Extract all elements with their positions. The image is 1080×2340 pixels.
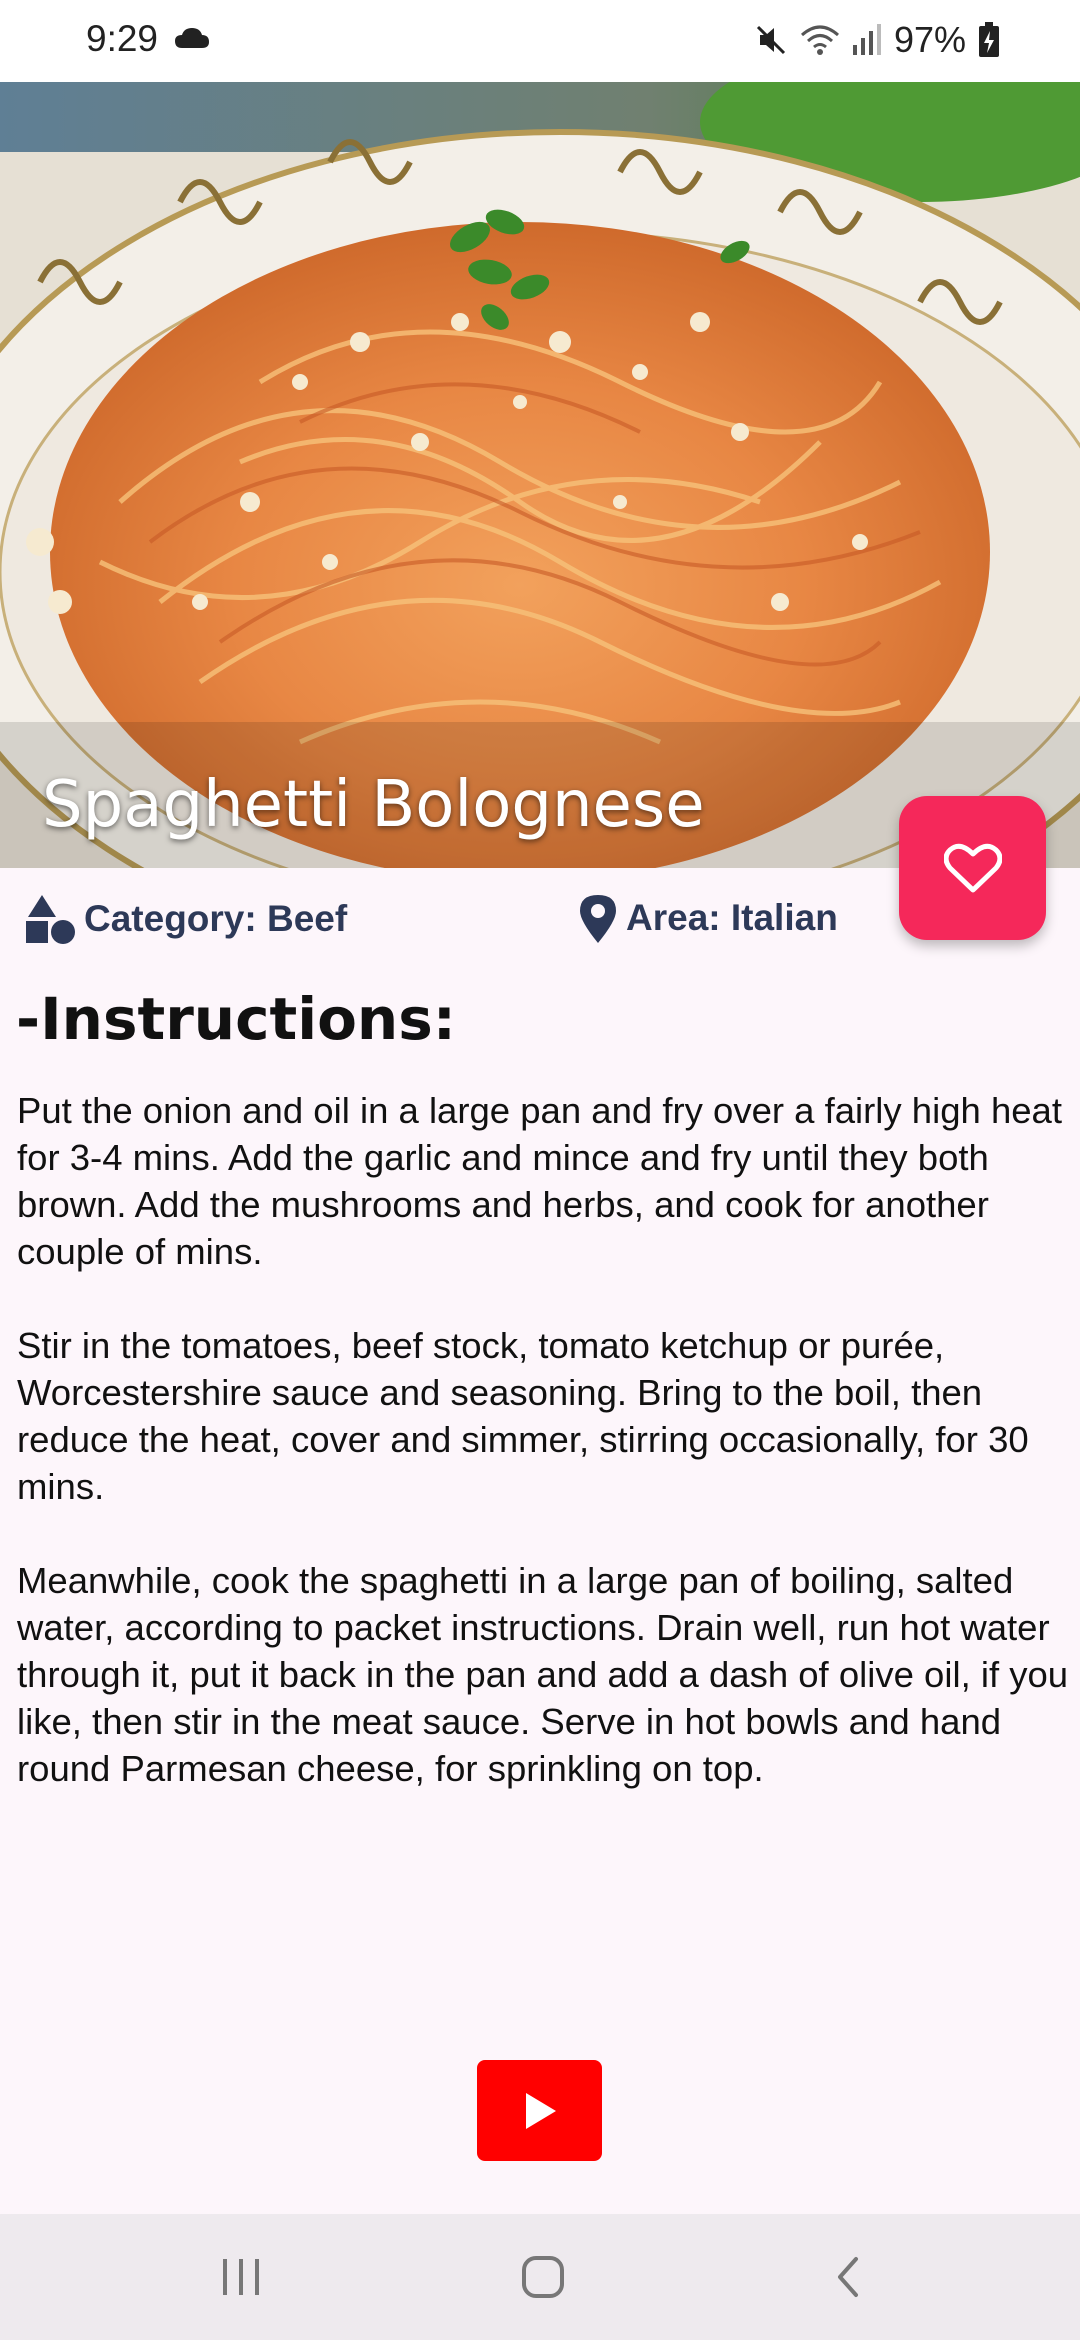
battery-icon — [979, 22, 999, 57]
mute-icon — [756, 25, 785, 55]
status-bar: 9:29 97% — [0, 0, 1080, 82]
recipe-meta-row: Category: Beef Area: Italian — [0, 885, 1080, 949]
area-info: Area: Italian — [576, 891, 838, 945]
cloud-icon — [175, 28, 209, 48]
play-icon — [525, 2092, 556, 2129]
location-pin-icon — [580, 895, 616, 943]
category-info: Category: Beef — [22, 891, 347, 947]
instructions-paragraph: Stir in the tomatoes, beef stock, tomato… — [17, 1325, 1029, 1507]
back-chevron-icon — [838, 2257, 858, 2297]
instructions-paragraph: Put the onion and oil in a large pan and… — [17, 1090, 1062, 1272]
back-button[interactable] — [817, 2247, 877, 2307]
recent-apps-button[interactable] — [211, 2247, 271, 2307]
area-label: Area: Italian — [626, 897, 838, 938]
recipe-title: Spaghetti Bolognese — [42, 768, 705, 842]
shapes-icon — [26, 895, 75, 944]
home-button[interactable] — [513, 2247, 573, 2307]
youtube-button[interactable] — [477, 2060, 602, 2161]
instructions-heading: -Instructions: — [16, 985, 456, 1053]
recipe-detail-screen: 9:29 97% Spaghetti Bolognese Category: B… — [0, 0, 1080, 2340]
spaghetti-photo — [0, 82, 1080, 868]
status-icons: 97% — [754, 18, 1000, 62]
instructions-paragraph: Meanwhile, cook the spaghetti in a large… — [17, 1560, 1069, 1789]
wifi-icon — [800, 25, 839, 55]
recipe-hero-image: Spaghetti Bolognese — [0, 82, 1080, 868]
recent-apps-icon — [223, 2259, 259, 2295]
home-icon — [522, 2256, 564, 2298]
signal-icon — [852, 24, 881, 55]
system-navigation-bar — [0, 2214, 1080, 2340]
status-time: 9:29 — [86, 18, 159, 59]
category-label: Category: Beef — [84, 898, 348, 939]
battery-percent: 97% — [893, 19, 966, 60]
instructions-text: Put the onion and oil in a large pan and… — [17, 1087, 1080, 1839]
